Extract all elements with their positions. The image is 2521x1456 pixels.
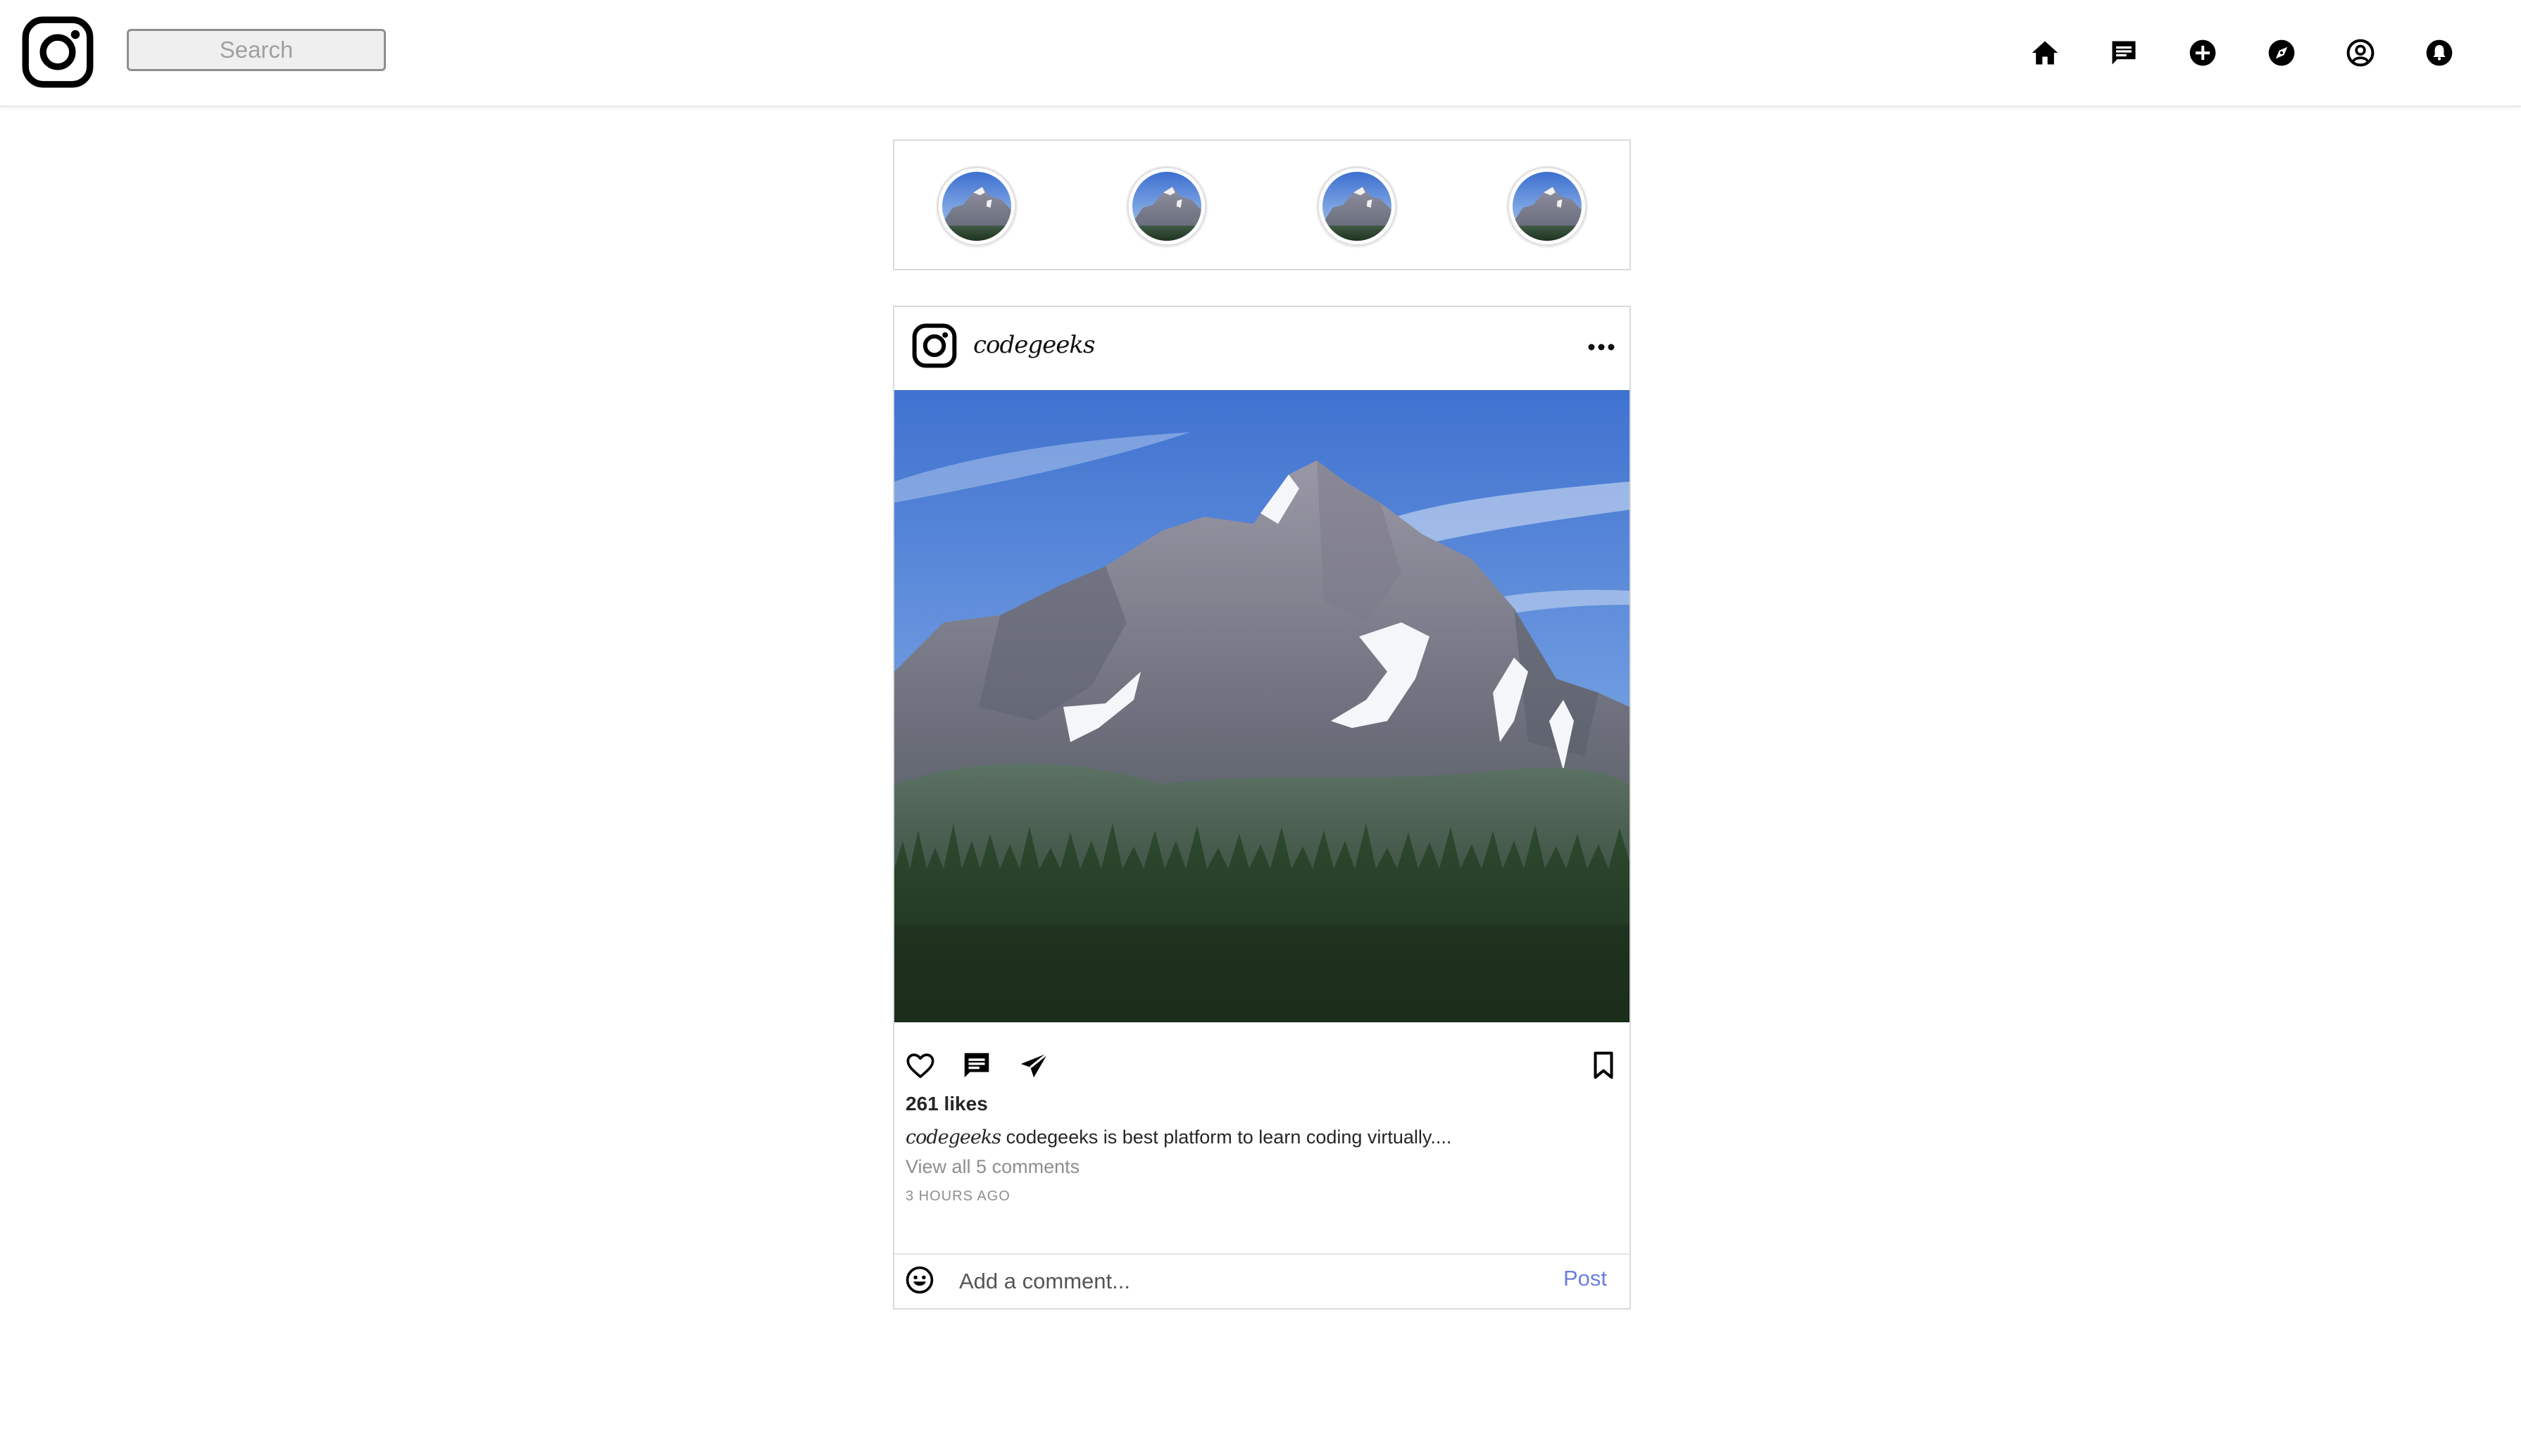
mountain-thumbnail-icon <box>1132 172 1201 241</box>
notifications-icon[interactable] <box>2424 37 2455 68</box>
mountain-thumbnail-icon <box>942 172 1011 241</box>
post-avatar-instagram-icon[interactable] <box>911 322 958 369</box>
post-header: codegeeks <box>894 307 1629 390</box>
mountain-thumbnail-icon <box>1513 172 1582 241</box>
likes-count[interactable]: 261 likes <box>906 1093 988 1115</box>
post-username[interactable]: codegeeks <box>973 331 1095 359</box>
post-card: codegeeks 261 likes codegeeks codegeeks … <box>893 306 1631 1310</box>
save-bookmark-icon[interactable] <box>1587 1049 1620 1081</box>
story-avatar[interactable] <box>937 166 1017 246</box>
story-avatar[interactable] <box>1317 166 1397 246</box>
top-navbar <box>0 0 2521 107</box>
comment-bar: Post <box>894 1253 1629 1308</box>
instagram-logo-icon[interactable] <box>21 15 94 89</box>
mountain-thumbnail-icon <box>1322 172 1391 241</box>
caption-text: codegeeks is best platform to learn codi… <box>1001 1126 1452 1148</box>
more-options-icon[interactable] <box>1587 342 1615 352</box>
emoji-smiley-icon[interactable] <box>904 1264 935 1295</box>
post-image[interactable] <box>894 390 1629 1022</box>
post-timestamp: 3 HOURS AGO <box>906 1188 1011 1204</box>
home-icon[interactable] <box>2029 37 2060 68</box>
messages-icon[interactable] <box>2108 37 2139 68</box>
story-avatar[interactable] <box>1127 166 1207 246</box>
search-input[interactable] <box>127 29 386 71</box>
comment-icon[interactable] <box>961 1049 993 1081</box>
post-comment-button[interactable]: Post <box>1563 1266 1607 1291</box>
comment-input[interactable] <box>958 1263 1524 1300</box>
post-caption: codegeeks codegeeks is best platform to … <box>906 1126 1451 1148</box>
stories-bar <box>893 139 1631 270</box>
explore-icon[interactable] <box>2266 37 2297 68</box>
story-avatar[interactable] <box>1507 166 1587 246</box>
caption-username[interactable]: codegeeks <box>906 1126 1001 1148</box>
new-post-icon[interactable] <box>2187 37 2218 68</box>
view-comments-link[interactable]: View all 5 comments <box>906 1156 1080 1178</box>
like-heart-icon[interactable] <box>904 1049 937 1081</box>
profile-icon[interactable] <box>2345 37 2376 68</box>
share-send-icon[interactable] <box>1018 1049 1051 1081</box>
